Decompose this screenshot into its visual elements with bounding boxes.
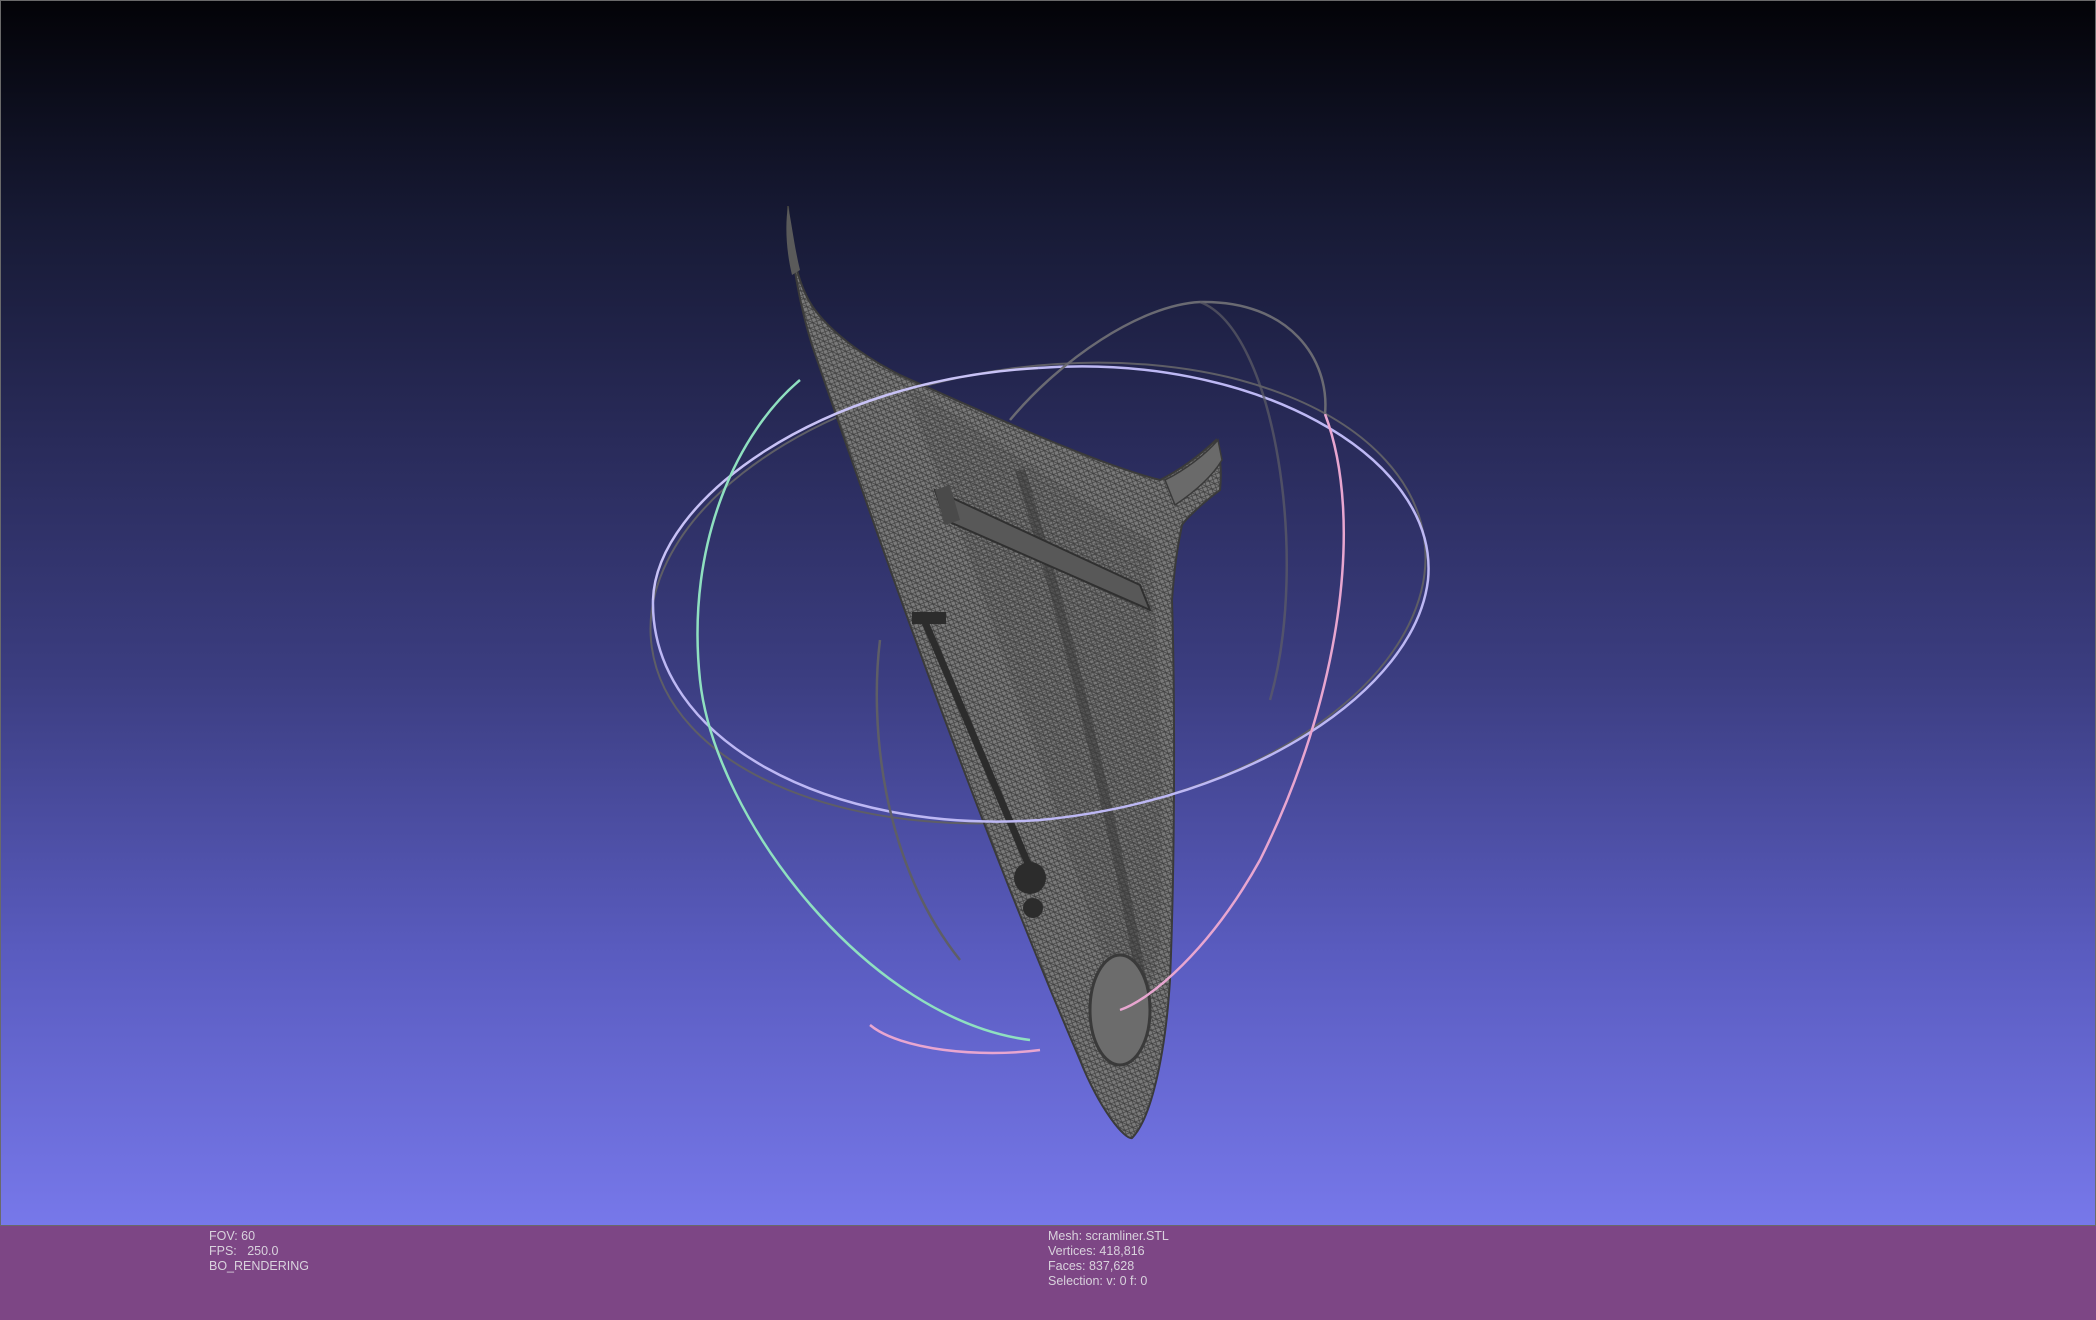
vertices-readout: Vertices: 418,816 <box>1048 1244 1145 1258</box>
scene-canvas[interactable] <box>0 0 2096 1226</box>
fov-readout: FOV: 60 <box>209 1229 256 1243</box>
render-mode-readout: BO_RENDERING <box>209 1259 310 1273</box>
info-right-panel: Mesh: scramliner.STL Vertices: 418,816 F… <box>1048 1229 1169 1289</box>
fps-readout: FPS: 250.0 <box>209 1244 279 1258</box>
info-left-panel: FOV: 60 FPS: 250.0 BO_RENDERING <box>209 1229 309 1274</box>
info-bar: FOV: 60 FPS: 250.0 BO_RENDERING Mesh: sc… <box>0 1226 2096 1320</box>
mesh-name-readout: Mesh: scramliner.STL <box>1048 1229 1169 1243</box>
faces-readout: Faces: 837,628 <box>1048 1259 1135 1273</box>
selection-readout: Selection: v: 0 f: 0 <box>1048 1274 1148 1288</box>
3d-viewport[interactable] <box>0 0 2096 1226</box>
mesh-model <box>786 205 1223 1140</box>
